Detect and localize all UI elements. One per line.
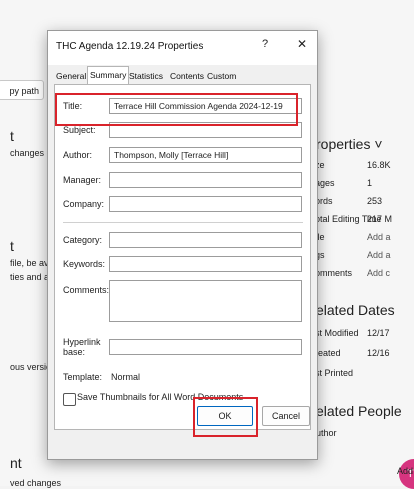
bg-left-heading-2: t [10,238,14,254]
dialog-titlebar[interactable]: THC Agenda 12.19.24 Properties ? ✕ [48,31,317,65]
prop-value-words: 253 [367,196,383,206]
company-label: Company: [63,199,105,209]
hyperlink-base-label: Hyperlink base: [63,337,101,357]
hyperlink-base-field[interactable] [109,339,302,355]
author-label: Author: [63,150,93,160]
prop-value-title[interactable]: Add a [367,232,391,242]
prop-value-pages: 1 [367,178,373,188]
prop-value-editing-time: 217 M [367,214,393,224]
category-label: Category: [63,235,103,245]
save-thumbnails-checkbox[interactable] [63,393,76,406]
comments-label: Comments: [63,285,110,295]
template-value: Normal [111,372,141,382]
prop-value-comments[interactable]: Add c [367,268,390,278]
date-label-printed: st Printed [315,368,354,378]
date-value-modified: 12/17 [367,328,390,338]
bg-left-text-5: ved changes [10,478,62,488]
bg-left-text-1: changes p [10,148,52,158]
related-people-heading: elated People [316,403,402,419]
title-highlight-box [55,93,298,126]
tab-custom[interactable]: Custom [205,68,238,85]
date-value-created: 12/16 [367,348,390,358]
separator [63,222,303,223]
comments-field[interactable] [109,280,302,322]
dialog-title: THC Agenda 12.19.24 Properties [56,41,204,52]
bg-left-heading-3: nt [10,455,22,471]
close-button[interactable]: ✕ [297,37,307,51]
template-label: Template: [63,372,103,382]
tab-summary[interactable]: Summary [87,66,130,85]
ok-highlight-box [193,397,258,437]
subject-label: Subject: [63,125,96,135]
help-button[interactable]: ? [262,38,268,50]
category-field[interactable] [109,232,302,248]
prop-label-comments: omments [315,268,353,278]
add-author-link[interactable]: Add [397,466,413,476]
bg-left-text-4: ous versio [10,362,52,372]
tab-general[interactable]: General [54,68,88,85]
related-dates-heading: elated Dates [316,302,395,318]
manager-label: Manager: [63,175,102,185]
manager-field[interactable] [109,172,302,188]
bg-left-text-2: file, be av [10,258,49,268]
author-field[interactable]: Thompson, Molly [Terrace Hill] [109,147,302,163]
summary-panel: Title: Terrace Hill Commission Agenda 20… [54,84,311,430]
prop-value-tags[interactable]: Add a [367,250,391,260]
date-label-modified: st Modified [315,328,359,338]
keywords-label: Keywords: [63,259,106,269]
company-field[interactable] [109,196,302,212]
bg-left-heading-1: t [10,128,14,144]
tab-contents[interactable]: Contents [168,68,206,85]
bg-left-text-3: ties and a [10,272,50,282]
copy-path-button[interactable]: py path [0,80,44,100]
keywords-field[interactable] [109,256,302,272]
author-label: uthor [316,428,337,438]
tab-statistics[interactable]: Statistics [127,68,165,85]
cancel-button[interactable]: Cancel [262,406,310,426]
properties-heading[interactable]: roperties ˅ [316,136,383,152]
date-label-created: reated [315,348,341,358]
prop-value-size: 16.8K [367,160,391,170]
